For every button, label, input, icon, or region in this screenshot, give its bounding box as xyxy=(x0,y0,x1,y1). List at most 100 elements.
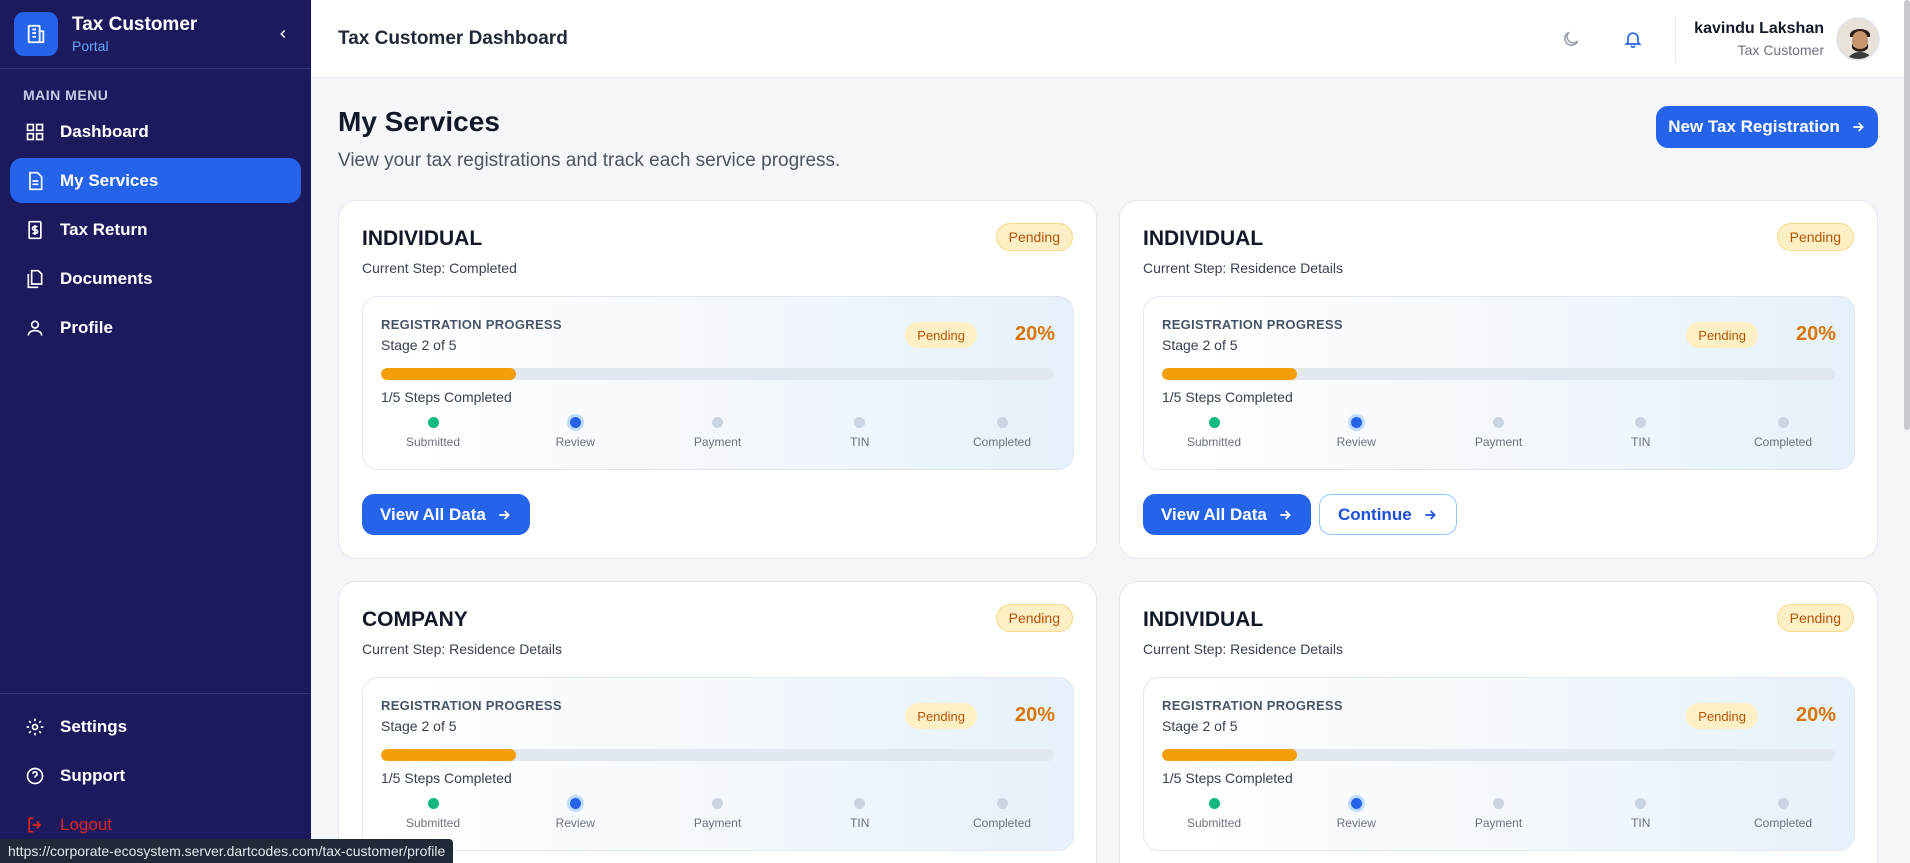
receipt-icon xyxy=(24,219,46,241)
stepper: Submitted Review Payment TIN Completed xyxy=(1162,798,1835,830)
building-icon[interactable] xyxy=(14,12,58,56)
status-badge: Pending xyxy=(1776,604,1854,632)
step-tin: TIN xyxy=(810,798,910,830)
step-dot xyxy=(1635,417,1647,428)
stepper: Submitted Review Payment TIN Completed xyxy=(381,417,1054,449)
sidebar-item-label: Logout xyxy=(60,814,112,834)
step-dot xyxy=(1493,798,1504,809)
continue-button[interactable]: Continue xyxy=(1319,494,1457,535)
header-divider xyxy=(1675,15,1677,62)
moon-icon xyxy=(1564,31,1579,46)
step-dot xyxy=(854,798,866,809)
progress-percent: 20% xyxy=(1795,323,1836,345)
progress-bar-fill xyxy=(1162,749,1297,761)
progress-status-badge: Pending xyxy=(905,322,977,348)
view-all-data-button[interactable]: View All Data xyxy=(362,494,530,535)
gear-icon xyxy=(24,716,46,738)
arrow-right-icon xyxy=(1853,122,1864,132)
notifications-button[interactable] xyxy=(1613,19,1653,59)
stepper: Submitted Review Payment TIN Completed xyxy=(1162,417,1835,449)
view-all-data-button[interactable]: View All Data xyxy=(1143,494,1311,535)
avatar[interactable] xyxy=(1836,16,1880,61)
progress-stage: Stage 2 of 5 xyxy=(381,718,457,734)
sidebar-bottom: Settings Support Logout xyxy=(0,693,311,851)
step-tin: TIN xyxy=(810,417,910,449)
step-review: Review xyxy=(1306,798,1406,830)
step-label: Payment xyxy=(1474,435,1523,449)
status-badge: Pending xyxy=(995,223,1073,251)
progress-stage: Stage 2 of 5 xyxy=(381,337,457,353)
step-submitted: Submitted xyxy=(1164,417,1264,449)
button-label: View All Data xyxy=(1161,504,1267,524)
step-dot xyxy=(1208,798,1220,809)
progress-bar xyxy=(381,368,1054,380)
logout-icon xyxy=(24,814,46,836)
registration-progress-panel: REGISTRATION PROGRESS Stage 2 of 5 Pendi… xyxy=(362,296,1074,470)
theme-toggle-button[interactable] xyxy=(1551,19,1591,59)
step-submitted: Submitted xyxy=(383,798,483,830)
step-label: Payment xyxy=(1474,816,1523,830)
progress-stage: Stage 2 of 5 xyxy=(1162,337,1238,353)
status-badge: Pending xyxy=(995,604,1073,632)
collapse-sidebar-button[interactable] xyxy=(269,20,297,48)
step-label: Review xyxy=(1336,816,1376,830)
sidebar-item-settings[interactable]: Settings xyxy=(10,704,301,749)
page-title: My Services xyxy=(338,106,500,137)
page-scrollbar[interactable] xyxy=(1904,0,1910,430)
step-label: Completed xyxy=(972,816,1032,830)
arrow-right-icon xyxy=(499,509,510,520)
user-info[interactable]: kavindu Lakshan Tax Customer xyxy=(1694,20,1824,58)
sidebar-item-documents[interactable]: Documents xyxy=(10,256,301,301)
sidebar-item-dashboard[interactable]: Dashboard xyxy=(10,109,301,154)
user-icon xyxy=(24,317,46,339)
files-icon xyxy=(24,268,46,290)
step-label: TIN xyxy=(1631,435,1651,449)
service-type: INDIVIDUAL xyxy=(1143,227,1264,250)
step-completed: Completed xyxy=(952,798,1052,830)
progress-bar xyxy=(1162,368,1835,380)
step-tin: TIN xyxy=(1591,417,1691,449)
step-dot xyxy=(1777,798,1789,809)
brand-subtitle: Portal xyxy=(72,38,109,54)
current-step: Current Step: Residence Details xyxy=(1143,260,1343,276)
sidebar-item-label: Documents xyxy=(60,268,153,288)
arrow-right-icon xyxy=(1280,509,1291,520)
service-card: INDIVIDUAL Current Step: Completed Pendi… xyxy=(338,200,1097,559)
button-label: New Tax Registration xyxy=(1668,117,1840,136)
new-tax-registration-button[interactable]: New Tax Registration xyxy=(1656,106,1878,148)
step-label: Submitted xyxy=(1186,816,1242,830)
step-dot xyxy=(712,417,723,428)
progress-status-badge: Pending xyxy=(1686,322,1758,348)
brand-title: Tax Customer xyxy=(72,14,198,35)
service-type: COMPANY xyxy=(362,608,468,631)
bell-icon xyxy=(1624,31,1642,48)
progress-bar-fill xyxy=(381,368,516,380)
header-title: Tax Customer Dashboard xyxy=(338,27,568,49)
service-card: INDIVIDUAL Current Step: Residence Detai… xyxy=(1119,581,1878,863)
link-status-bar: https://corporate-ecosystem.server.dartc… xyxy=(0,839,454,863)
arrow-right-icon xyxy=(1424,509,1436,520)
step-payment: Payment xyxy=(1449,417,1549,449)
step-completed: Completed xyxy=(952,417,1052,449)
progress-bar xyxy=(381,749,1054,761)
step-payment: Payment xyxy=(1449,798,1549,830)
progress-percent: 20% xyxy=(1014,704,1055,726)
sidebar-item-profile[interactable]: Profile xyxy=(10,305,301,350)
service-type: INDIVIDUAL xyxy=(362,227,483,250)
sidebar-item-tax-return[interactable]: Tax Return xyxy=(10,207,301,252)
current-step: Current Step: Residence Details xyxy=(1143,641,1343,657)
help-circle-icon xyxy=(24,765,46,787)
sidebar: Tax Customer Portal MAIN MENU Dashboard … xyxy=(0,0,311,863)
sidebar-item-label: Settings xyxy=(60,716,128,736)
sidebar-item-my-services[interactable]: My Services xyxy=(10,158,301,203)
document-icon xyxy=(24,170,46,192)
progress-label: REGISTRATION PROGRESS xyxy=(1162,698,1343,713)
registration-progress-panel: REGISTRATION PROGRESS Stage 2 of 5 Pendi… xyxy=(362,677,1074,851)
current-step: Current Step: Residence Details xyxy=(362,641,562,657)
step-label: Payment xyxy=(693,816,742,830)
step-dot xyxy=(1350,417,1362,428)
current-step: Current Step: Completed xyxy=(362,260,517,276)
button-label: Continue xyxy=(1338,504,1412,524)
user-name: kavindu Lakshan xyxy=(1694,19,1824,37)
sidebar-item-support[interactable]: Support xyxy=(10,753,301,798)
